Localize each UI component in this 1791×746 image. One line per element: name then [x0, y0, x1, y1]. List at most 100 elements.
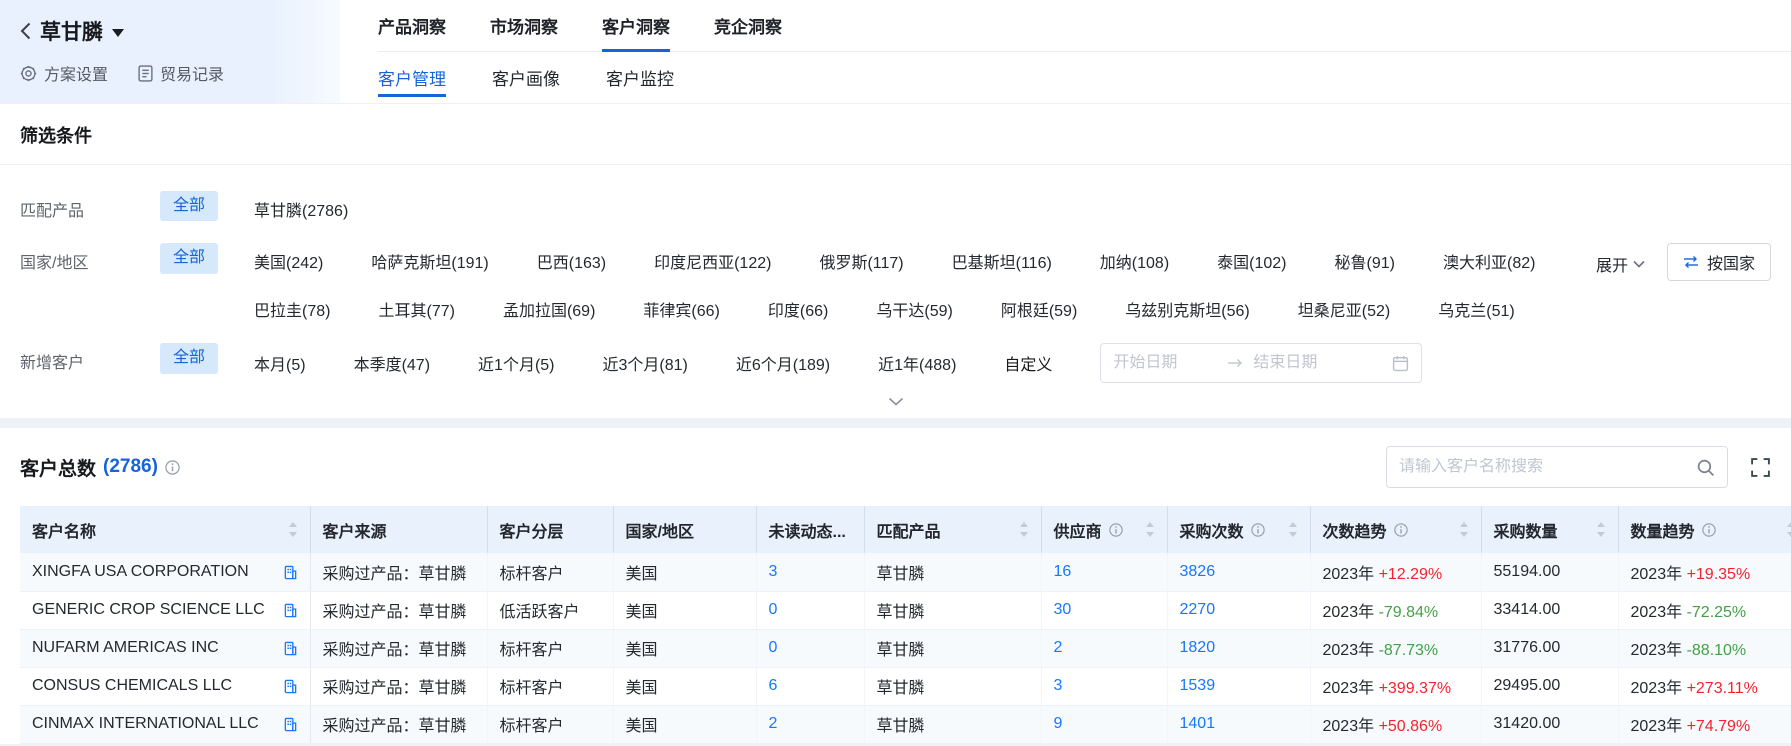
supplier-count-link[interactable]: 30: [1054, 601, 1072, 618]
customer-name[interactable]: NUFARM AMERICAS INC: [32, 639, 219, 657]
info-icon[interactable]: [1394, 523, 1408, 537]
sort-icon[interactable]: [1786, 522, 1791, 537]
tab-product-insight[interactable]: 产品洞察: [378, 0, 446, 51]
supplier-count-link[interactable]: 16: [1054, 563, 1072, 580]
country-filter-option[interactable]: 巴基斯坦(116): [952, 249, 1052, 273]
col-quantity[interactable]: 采购数量: [1481, 506, 1618, 553]
col-count-trend[interactable]: 次数趋势: [1310, 506, 1481, 553]
end-date-input[interactable]: [1253, 354, 1357, 372]
unread-count-link[interactable]: 0: [769, 639, 778, 656]
country-filter-option[interactable]: 秘鲁(91): [1335, 249, 1395, 273]
product-all-chip[interactable]: 全部: [160, 191, 218, 221]
country-filter-option[interactable]: 阿根廷(59): [1001, 297, 1077, 321]
country-filter-option[interactable]: 澳大利亚(82): [1443, 249, 1535, 273]
new-customer-filter-option[interactable]: 近1年(488): [878, 351, 956, 375]
back-icon[interactable]: [20, 22, 31, 40]
customer-search[interactable]: [1386, 446, 1728, 488]
purchase-count-link[interactable]: 2270: [1180, 601, 1216, 618]
tab-competitor-insight[interactable]: 竞企洞察: [714, 0, 782, 51]
sort-icon[interactable]: [1596, 522, 1606, 537]
country-filter-option[interactable]: 印度(66): [768, 297, 828, 321]
info-icon[interactable]: [1251, 523, 1265, 537]
purchase-count-link[interactable]: 1539: [1180, 677, 1216, 694]
country-filter-option[interactable]: 乌兹别克斯坦(56): [1125, 297, 1249, 321]
customer-row[interactable]: NUFARM AMERICAS INC 采购过产品：草甘膦 标杆客户 美国 0 …: [20, 629, 1791, 667]
sort-icon[interactable]: [1459, 522, 1469, 537]
col-quantity-trend[interactable]: 数量趋势: [1618, 506, 1791, 553]
date-range-picker[interactable]: [1100, 343, 1422, 383]
start-date-input[interactable]: [1113, 354, 1217, 372]
country-filter-option[interactable]: 印度尼西亚(122): [654, 249, 771, 273]
info-icon[interactable]: [1109, 523, 1123, 537]
trade-records-button[interactable]: 贸易记录: [138, 61, 224, 85]
country-filter-option[interactable]: 哈萨克斯坦(191): [371, 249, 488, 273]
unread-count-link[interactable]: 2: [769, 715, 778, 732]
company-detail-icon[interactable]: [283, 565, 298, 580]
calendar-icon[interactable]: [1392, 355, 1409, 372]
country-filter-option[interactable]: 孟加拉国(69): [503, 297, 595, 321]
new-customer-filter-option[interactable]: 本月(5): [254, 351, 306, 375]
country-filter-option[interactable]: 乌干达(59): [876, 297, 952, 321]
customer-row[interactable]: GENERIC CROP SCIENCE LLC 采购过产品：草甘膦 低活跃客户…: [20, 591, 1791, 629]
subtab-customer-profile[interactable]: 客户画像: [492, 52, 560, 103]
collapse-filters-button[interactable]: [20, 383, 1771, 418]
search-icon[interactable]: [1696, 458, 1715, 477]
new-customer-filter-option[interactable]: 近6个月(189): [736, 351, 830, 375]
purchase-count-link[interactable]: 1401: [1180, 715, 1216, 732]
info-icon[interactable]: [165, 460, 180, 475]
customer-row[interactable]: CONSUS CHEMICALS LLC 采购过产品：草甘膦 标杆客户 美国 6…: [20, 667, 1791, 705]
search-input[interactable]: [1399, 458, 1688, 476]
country-filter-option[interactable]: 土耳其(77): [378, 297, 454, 321]
product-selector[interactable]: 草甘膦: [20, 16, 340, 46]
sort-icon[interactable]: [1019, 522, 1029, 537]
country-filter-option[interactable]: 巴拉圭(78): [254, 297, 330, 321]
fullscreen-icon[interactable]: [1750, 457, 1771, 478]
company-detail-icon[interactable]: [283, 603, 298, 618]
tab-customer-insight[interactable]: 客户洞察: [602, 0, 670, 51]
supplier-count-link[interactable]: 3: [1054, 677, 1063, 694]
by-country-button[interactable]: 按国家: [1667, 243, 1771, 281]
country-filter-option[interactable]: 俄罗斯(117): [819, 249, 903, 273]
country-filter-option[interactable]: 泰国(102): [1217, 249, 1286, 273]
sort-icon[interactable]: [288, 522, 298, 537]
info-icon[interactable]: [1702, 523, 1716, 537]
col-suppliers[interactable]: 供应商: [1041, 506, 1167, 553]
purchase-count-link[interactable]: 3826: [1180, 563, 1216, 580]
supplier-count-link[interactable]: 2: [1054, 639, 1063, 656]
sort-icon[interactable]: [1145, 522, 1155, 537]
unread-count-link[interactable]: 6: [769, 677, 778, 694]
country-all-chip[interactable]: 全部: [160, 243, 218, 273]
customer-row[interactable]: XINGFA USA CORPORATION 采购过产品：草甘膦 标杆客户 美国…: [20, 553, 1791, 591]
unread-count-link[interactable]: 3: [769, 563, 778, 580]
country-filter-option[interactable]: 巴西(163): [537, 249, 606, 273]
new-customer-filter-option[interactable]: 近3个月(81): [603, 351, 688, 375]
supplier-count-link[interactable]: 9: [1054, 715, 1063, 732]
customer-name[interactable]: CONSUS CHEMICALS LLC: [32, 677, 232, 695]
new-customer-all-chip[interactable]: 全部: [160, 343, 218, 373]
customer-row[interactable]: CINMAX INTERNATIONAL LLC 采购过产品：草甘膦 标杆客户 …: [20, 705, 1791, 743]
col-purchase-count[interactable]: 采购次数: [1167, 506, 1310, 553]
customer-name[interactable]: GENERIC CROP SCIENCE LLC: [32, 601, 265, 619]
country-filter-option[interactable]: 加纳(108): [1100, 249, 1169, 273]
country-filter-option[interactable]: 坦桑尼亚(52): [1298, 297, 1390, 321]
product-filter-option[interactable]: 草甘膦(2786): [254, 197, 348, 221]
custom-range-option[interactable]: 自定义: [1004, 351, 1052, 375]
new-customer-filter-option[interactable]: 近1个月(5): [478, 351, 554, 375]
col-customer-name[interactable]: 客户名称: [20, 506, 310, 553]
col-matched-product[interactable]: 匹配产品: [864, 506, 1041, 553]
purchase-count-link[interactable]: 1820: [1180, 639, 1216, 656]
subtab-customer-monitor[interactable]: 客户监控: [606, 52, 674, 103]
tab-market-insight[interactable]: 市场洞察: [490, 0, 558, 51]
expand-countries-link[interactable]: 展开: [1596, 248, 1645, 276]
customer-name[interactable]: CINMAX INTERNATIONAL LLC: [32, 715, 259, 733]
country-filter-option[interactable]: 乌克兰(51): [1438, 297, 1514, 321]
scheme-settings-button[interactable]: 方案设置: [20, 61, 108, 85]
company-detail-icon[interactable]: [283, 641, 298, 656]
company-detail-icon[interactable]: [283, 679, 298, 694]
unread-count-link[interactable]: 0: [769, 601, 778, 618]
sort-icon[interactable]: [1288, 522, 1298, 537]
country-filter-option[interactable]: 美国(242): [254, 249, 323, 273]
country-filter-option[interactable]: 菲律宾(66): [643, 297, 719, 321]
company-detail-icon[interactable]: [283, 717, 298, 732]
new-customer-filter-option[interactable]: 本季度(47): [354, 351, 430, 375]
